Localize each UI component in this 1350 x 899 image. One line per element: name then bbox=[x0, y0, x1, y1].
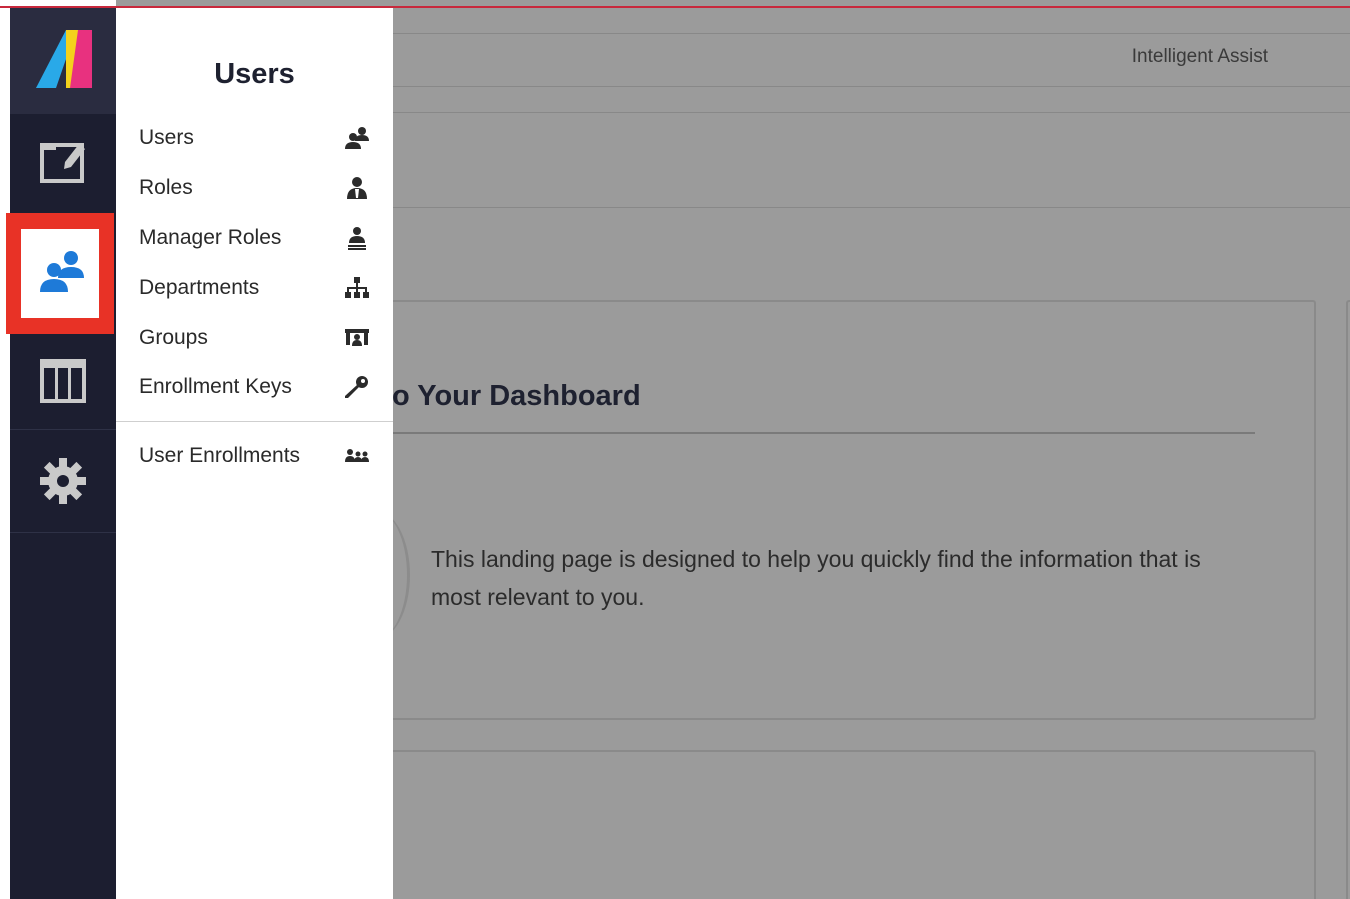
users-icon bbox=[40, 251, 84, 292]
welcome-title: o Your Dashboard bbox=[392, 380, 641, 412]
edit-window-icon bbox=[40, 143, 85, 183]
menu-item-enrollment-keys[interactable]: Enrollment Keys bbox=[139, 369, 371, 405]
page: Intelligent Assist o Your Dashboard This… bbox=[0, 0, 1350, 899]
menu-item-label: Roles bbox=[139, 176, 193, 199]
logo-icon bbox=[36, 30, 92, 88]
welcome-divider bbox=[393, 432, 1255, 434]
rail-item-tables[interactable] bbox=[10, 334, 116, 428]
menu-item-label: Enrollment Keys bbox=[139, 375, 292, 398]
menu-item-label: Users bbox=[139, 126, 194, 149]
menu-item-users[interactable]: Users bbox=[139, 120, 371, 156]
menu-item-label: Groups bbox=[139, 326, 208, 349]
menu-item-label: User Enrollments bbox=[139, 444, 301, 467]
flyout-divider bbox=[116, 421, 393, 422]
intelligent-assist-link[interactable]: Intelligent Assist bbox=[1132, 46, 1268, 68]
table-columns-icon bbox=[40, 359, 86, 403]
menu-item-groups[interactable]: Groups bbox=[139, 320, 371, 356]
user-role-icon bbox=[343, 174, 371, 202]
key-icon bbox=[343, 373, 371, 401]
menu-item-label: Departments bbox=[139, 276, 260, 299]
menu-item-user-enrollments[interactable]: User Enrollments bbox=[139, 438, 371, 474]
welcome-text: This landing page is designed to help yo… bbox=[431, 546, 1201, 610]
menu-item-departments[interactable]: Departments bbox=[139, 270, 371, 306]
users-flyout-menu: Users Users Roles Manager Roles Departme… bbox=[116, 8, 393, 899]
subheader-bar bbox=[393, 112, 1350, 208]
org-chart-icon bbox=[343, 274, 371, 302]
menu-item-roles[interactable]: Roles bbox=[139, 170, 371, 206]
menu-item-manager-roles[interactable]: Manager Roles bbox=[139, 220, 371, 256]
menu-item-label: Manager Roles bbox=[139, 226, 282, 249]
side-card-edge bbox=[1346, 300, 1350, 899]
user-enrollments-icon bbox=[343, 442, 371, 470]
manager-stamp-icon bbox=[343, 224, 371, 252]
users-icon bbox=[343, 124, 371, 152]
flyout-title: Users bbox=[214, 58, 295, 90]
app-logo[interactable] bbox=[10, 8, 116, 114]
secondary-card bbox=[300, 750, 1316, 899]
rail-item-editor[interactable] bbox=[10, 114, 116, 212]
gear-icon bbox=[40, 458, 86, 504]
welcome-card bbox=[300, 300, 1316, 720]
rail-item-users[interactable] bbox=[10, 212, 116, 332]
groups-icon bbox=[343, 324, 371, 352]
rail-item-settings[interactable] bbox=[10, 429, 116, 533]
